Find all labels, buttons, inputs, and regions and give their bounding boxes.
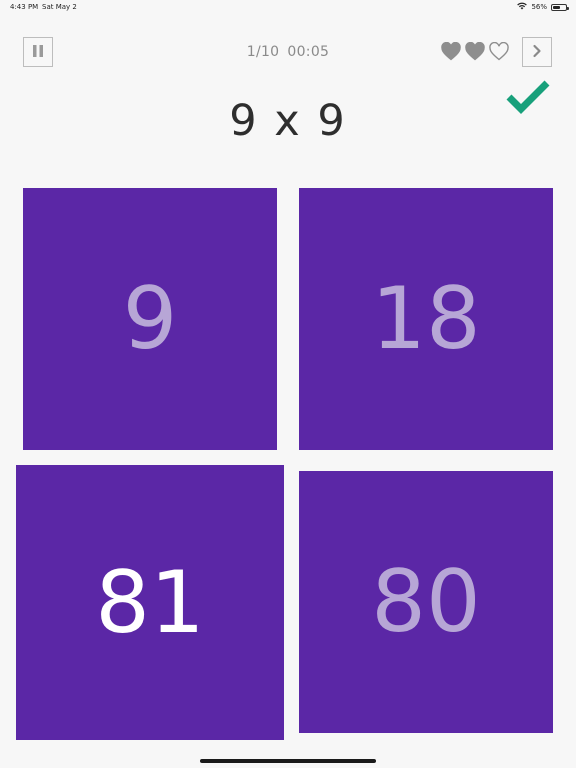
battery-level: [553, 5, 560, 9]
question-text: 9 x 9: [229, 96, 347, 146]
pause-icon: [32, 43, 44, 62]
answer-tile-2[interactable]: 18: [299, 188, 553, 450]
wifi-icon: [517, 2, 528, 12]
heart-filled-icon: [465, 41, 485, 65]
battery-icon: [551, 3, 569, 11]
answer-label: 80: [371, 552, 481, 652]
chevron-right-icon: [532, 43, 542, 62]
answer-label: 81: [95, 552, 205, 653]
heart-filled-icon: [441, 41, 461, 65]
lives-hearts: [441, 41, 509, 65]
question-counter: 1/10: [246, 44, 280, 60]
status-right: 56%: [517, 2, 569, 12]
progress-timer: 1/10 00:05: [200, 44, 376, 60]
pause-button[interactable]: [23, 37, 53, 67]
status-time: 4:43 PM: [10, 3, 39, 11]
home-indicator[interactable]: [200, 759, 376, 763]
elapsed-timer: 00:05: [287, 44, 330, 60]
answer-tile-3[interactable]: 81: [16, 465, 284, 740]
battery-percent: 56%: [531, 3, 547, 11]
status-date: Sat May 2: [42, 3, 77, 11]
answer-label: 18: [371, 269, 481, 369]
answer-tile-1[interactable]: 9: [23, 188, 277, 450]
answer-tile-4[interactable]: 80: [299, 471, 553, 733]
next-button[interactable]: [522, 37, 552, 67]
answer-label: 9: [122, 269, 178, 369]
heart-outline-icon: [489, 41, 509, 65]
status-bar: 4:43 PM Sat May 2 56%: [0, 0, 576, 14]
